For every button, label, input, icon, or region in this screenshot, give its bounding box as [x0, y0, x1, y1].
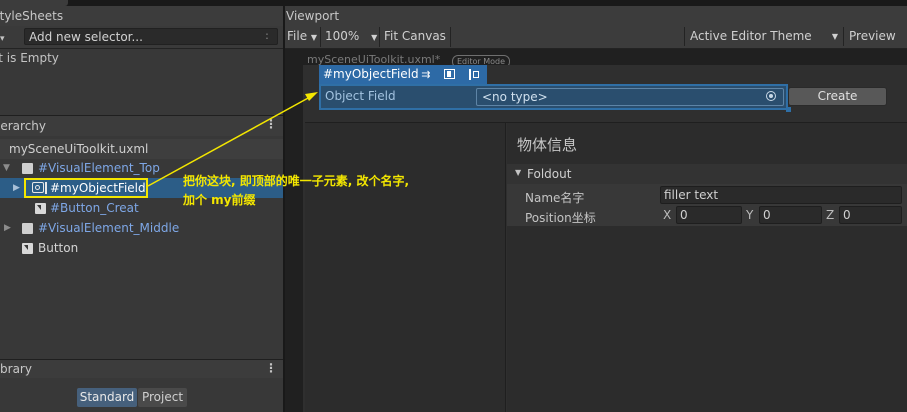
- annotation-line-1: 把你这块, 即顶部的唯一子元素, 改个名字,: [183, 174, 410, 188]
- annotation-arrow: [147, 92, 318, 187]
- annotation-text: 把你这块, 即顶部的唯一子元素, 改个名字, 加个 my前缀: [183, 172, 409, 210]
- annotation-line-2: 加个 my前缀: [183, 193, 256, 207]
